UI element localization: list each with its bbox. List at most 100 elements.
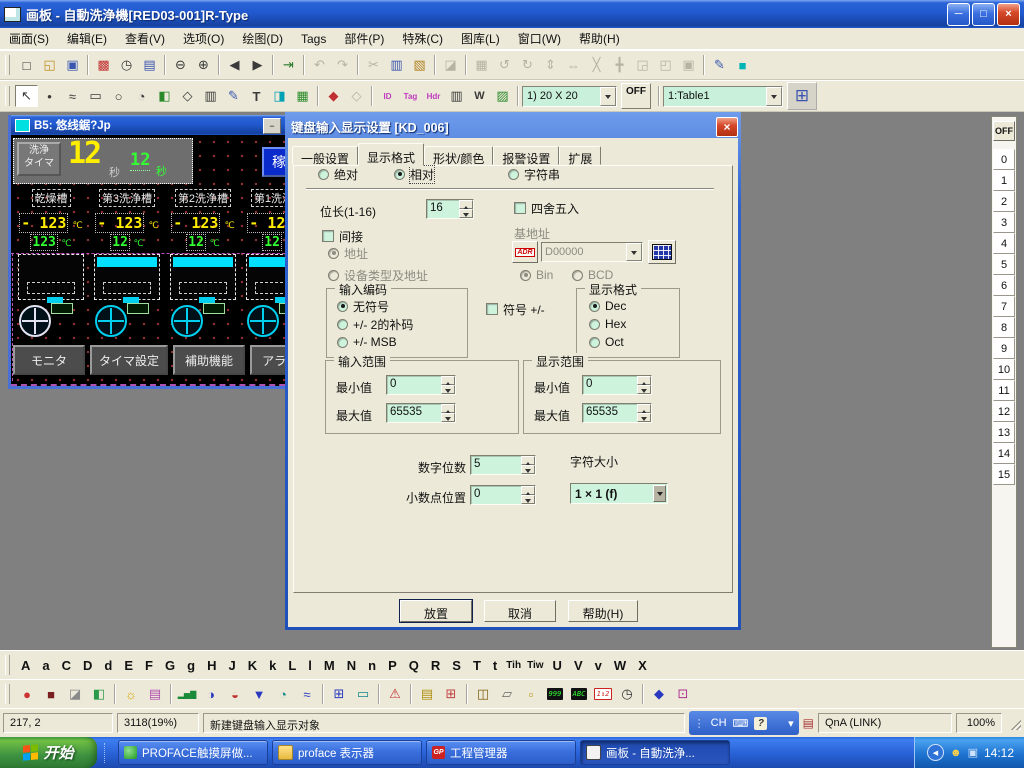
tag-Q[interactable]: Q: [403, 658, 425, 673]
cancel-button[interactable]: 取消: [484, 600, 556, 622]
tab-shape-color[interactable]: 形状/颜色: [424, 146, 493, 165]
numeric-display-icon[interactable]: 999: [543, 683, 567, 705]
word-switch-icon[interactable]: ■: [39, 683, 63, 705]
task-project-manager[interactable]: GP 工程管理器: [426, 740, 576, 765]
new-screen-icon[interactable]: □: [15, 54, 38, 76]
tag-J[interactable]: J: [222, 658, 241, 673]
keyboard-icon[interactable]: ⌨: [733, 717, 749, 730]
tag-G[interactable]: G: [159, 658, 181, 673]
memo-display-icon[interactable]: ▱: [495, 683, 519, 705]
tag-P[interactable]: P: [382, 658, 403, 673]
state-4[interactable]: 4: [993, 233, 1015, 254]
ruler-tool-icon[interactable]: ▥: [199, 85, 222, 107]
duplicate-icon[interactable]: ▦: [470, 54, 493, 76]
image-tool-icon[interactable]: ▦: [291, 85, 314, 107]
aux-function-button[interactable]: 補助機能: [173, 345, 245, 375]
maximize-button[interactable]: □: [972, 3, 995, 26]
tab-extend[interactable]: 扩展: [559, 146, 601, 165]
chevron-down-icon[interactable]: [600, 87, 616, 106]
tray-collapse-icon[interactable]: ◀: [927, 744, 944, 761]
language-indicator[interactable]: CH: [711, 717, 727, 729]
select-tool-icon[interactable]: ↖: [15, 85, 38, 107]
dialog-close-button[interactable]: ×: [716, 117, 738, 137]
spin-down-icon[interactable]: [637, 385, 651, 394]
radio-string[interactable]: 字符串: [508, 167, 560, 181]
spin-down-icon[interactable]: [521, 495, 535, 504]
spin-down-icon[interactable]: [459, 209, 473, 218]
chevron-down-icon[interactable]: ▾: [788, 717, 794, 730]
state-9[interactable]: 9: [993, 338, 1015, 359]
timer-setting-button[interactable]: タイマ設定: [90, 345, 168, 375]
spin-down-icon[interactable]: [521, 465, 535, 474]
spin-up-icon[interactable]: [459, 200, 473, 209]
tag-K[interactable]: K: [242, 658, 263, 673]
snap-off-button[interactable]: OFF: [621, 83, 651, 109]
menu-options[interactable]: 选项(O): [174, 27, 233, 50]
screen-property-icon[interactable]: ▩: [92, 54, 115, 76]
menu-window[interactable]: 窗口(W): [509, 27, 570, 50]
library-3d-icon[interactable]: ◆: [322, 85, 345, 107]
menu-parts[interactable]: 部件(P): [335, 27, 393, 50]
state-3[interactable]: 3: [993, 212, 1015, 233]
mark-display-icon[interactable]: ▨: [491, 85, 514, 107]
input-max-input[interactable]: 65535: [386, 403, 456, 423]
toolbar-grip[interactable]: [5, 86, 10, 106]
menu-draw[interactable]: 绘图(D): [233, 27, 292, 50]
digits-input[interactable]: 5: [470, 455, 536, 475]
file-display-icon[interactable]: ▤: [415, 683, 439, 705]
undo-icon[interactable]: ↶: [308, 54, 331, 76]
state-off-button[interactable]: OFF: [993, 121, 1015, 141]
header-display-icon[interactable]: Hdr: [422, 85, 445, 107]
pattern-display-icon[interactable]: ▥: [445, 85, 468, 107]
tank-graph-icon[interactable]: ▼: [247, 683, 271, 705]
menu-edit[interactable]: 编辑(E): [58, 27, 116, 50]
toolbar-grip[interactable]: [5, 55, 10, 75]
arc-tool-icon[interactable]: ◔: [130, 85, 153, 107]
input-min-input[interactable]: 0: [386, 375, 456, 395]
lamp-icon[interactable]: ☼: [119, 683, 143, 705]
menu-special[interactable]: 特殊(C): [393, 27, 452, 50]
tag-N[interactable]: N: [341, 658, 362, 673]
dot-tool-icon[interactable]: •: [38, 85, 61, 107]
clock-display-icon[interactable]: ◷: [615, 683, 639, 705]
id-display-icon[interactable]: ID: [376, 85, 399, 107]
rect-tool-icon[interactable]: ▭: [84, 85, 107, 107]
spin-up-icon[interactable]: [441, 404, 455, 413]
spin-up-icon[interactable]: [521, 486, 535, 495]
sign-checkbox[interactable]: 符号 +/-: [486, 302, 545, 316]
grid-size-select[interactable]: 1) 20 X 20: [522, 86, 617, 107]
state-12[interactable]: 12: [993, 401, 1015, 422]
menu-view[interactable]: 查看(V): [116, 27, 174, 50]
menu-tags[interactable]: Tags: [292, 29, 335, 49]
rotate-left-icon[interactable]: ↺: [493, 54, 516, 76]
cut-icon[interactable]: ✂: [362, 54, 385, 76]
spin-up-icon[interactable]: [637, 404, 651, 413]
next-screen-icon[interactable]: ▶: [246, 54, 269, 76]
enlarge-icon[interactable]: ╋: [608, 54, 631, 76]
message-display-icon[interactable]: ABC: [567, 683, 591, 705]
menu-help[interactable]: 帮助(H): [570, 27, 629, 50]
indirect-checkbox[interactable]: 间接: [322, 229, 363, 243]
function-switch-icon[interactable]: ◪: [63, 683, 87, 705]
spin-up-icon[interactable]: [441, 376, 455, 385]
paste-icon[interactable]: ▧: [408, 54, 431, 76]
group-icon[interactable]: ▣: [677, 54, 700, 76]
open-icon[interactable]: ◱: [38, 54, 61, 76]
state-2[interactable]: 2: [993, 191, 1015, 212]
tag-V[interactable]: V: [568, 658, 589, 673]
address-button[interactable]: ADR: [512, 241, 538, 263]
state-13[interactable]: 13: [993, 422, 1015, 443]
state-1[interactable]: 1: [993, 170, 1015, 191]
bit-switch-icon[interactable]: ●: [15, 683, 39, 705]
airbrush-tool-icon[interactable]: ✎: [222, 85, 245, 107]
color-settings-icon[interactable]: ■: [731, 54, 754, 76]
date-display-icon[interactable]: 1↕2: [591, 683, 615, 705]
tag-U[interactable]: U: [547, 658, 568, 673]
state-0[interactable]: 0: [993, 149, 1015, 170]
selector-switch-icon[interactable]: ◧: [87, 683, 111, 705]
radio-unsigned[interactable]: 无符号: [337, 299, 389, 313]
trend-graph-icon[interactable]: ≈: [295, 683, 319, 705]
state-6[interactable]: 6: [993, 275, 1015, 296]
radio-absolute[interactable]: 绝对: [318, 167, 358, 181]
display-max-input[interactable]: 65535: [582, 403, 652, 423]
